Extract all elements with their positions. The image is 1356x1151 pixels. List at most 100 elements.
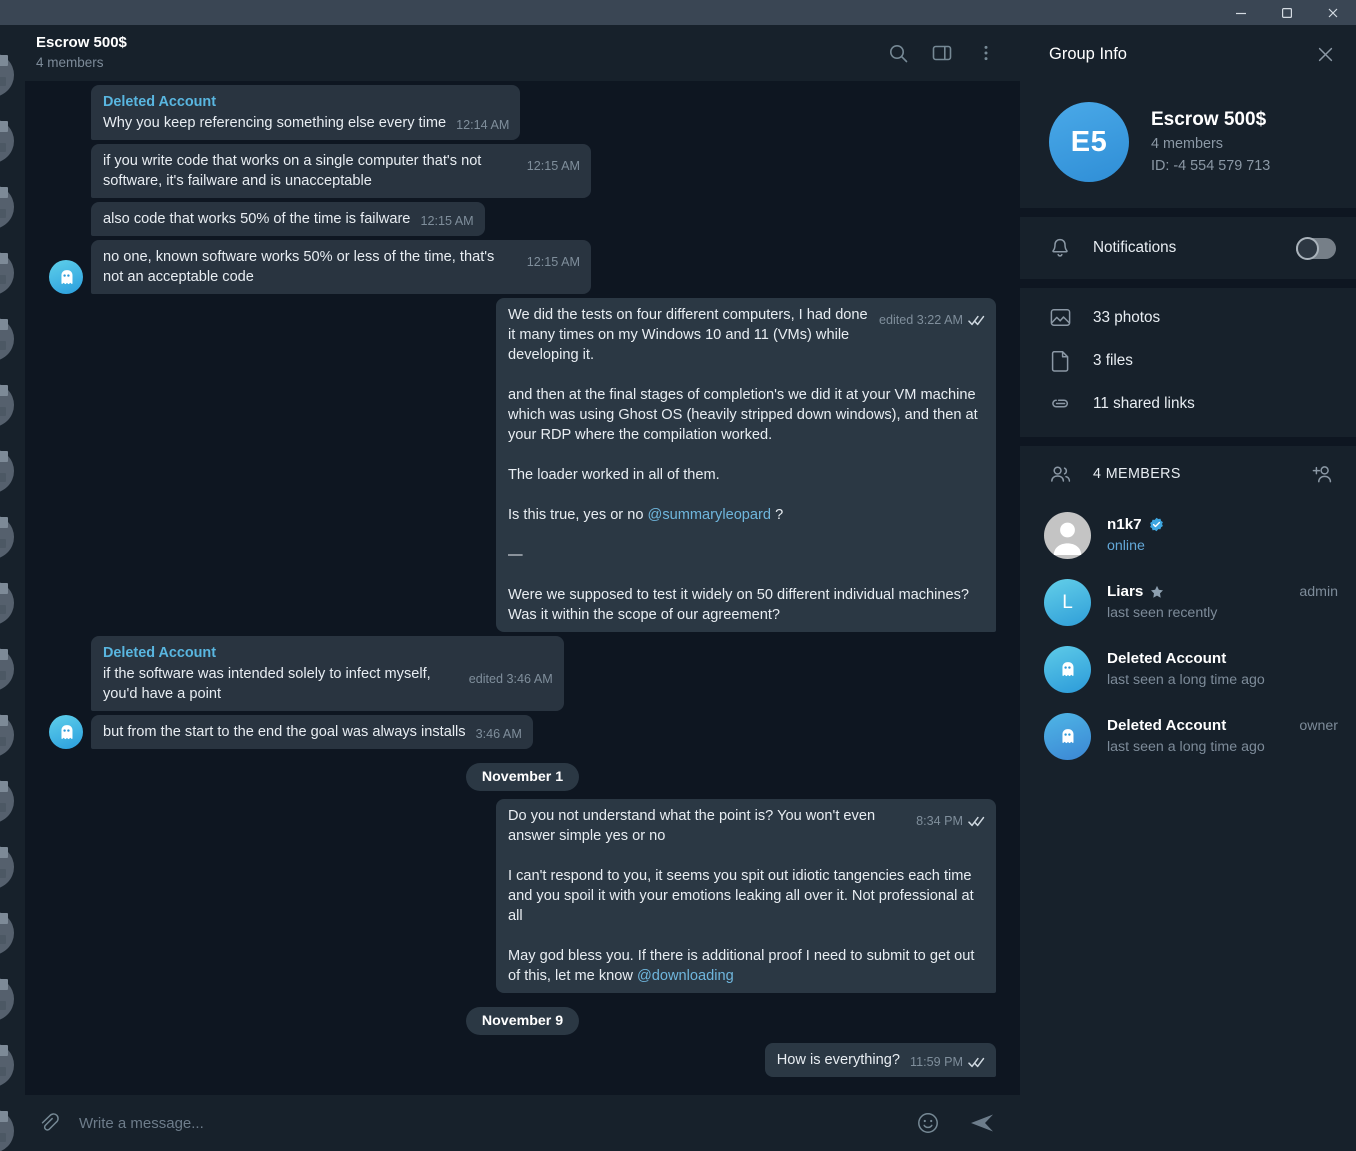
- composer-actions: [904, 1099, 1006, 1147]
- notifications-label: Notifications: [1093, 239, 1177, 256]
- chat-preview-fragment: [0, 1001, 6, 1010]
- chat-list-item[interactable]: [0, 899, 25, 965]
- shared-media-row[interactable]: 33 photos: [1020, 296, 1356, 339]
- ghost-icon[interactable]: [49, 715, 83, 749]
- member-row[interactable]: L Liars admin last seen recently: [1020, 569, 1356, 636]
- mention-link[interactable]: @summaryleopard: [648, 507, 772, 523]
- add-member-icon[interactable]: [1306, 458, 1338, 490]
- chat-list-item[interactable]: [0, 767, 25, 833]
- chat-preview-fragment: [0, 275, 6, 284]
- group-profile: E5 Escrow 500$ 4 members ID: -4 554 579 …: [1020, 84, 1356, 208]
- chat-list-item[interactable]: [0, 833, 25, 899]
- group-id[interactable]: ID: -4 554 579 713: [1151, 155, 1270, 177]
- emoji-icon[interactable]: [904, 1099, 952, 1147]
- star-icon: [1150, 585, 1164, 599]
- chat-title: Escrow 500$: [36, 34, 127, 51]
- member-name: n1k7: [1107, 516, 1142, 533]
- notifications-row[interactable]: Notifications: [1020, 217, 1356, 279]
- member-row[interactable]: Deleted Account owner last seen a long tim…: [1020, 703, 1356, 770]
- chat-name-fragment: [0, 517, 8, 528]
- chat-list-item[interactable]: [0, 965, 25, 1031]
- chat-list-item[interactable]: [0, 569, 25, 635]
- chat-list-item[interactable]: [0, 503, 25, 569]
- message-sender-name[interactable]: Deleted Account: [103, 643, 553, 663]
- chat-list-sidebar[interactable]: [0, 25, 25, 1151]
- message-timestamp: 3:46 AM: [475, 727, 522, 741]
- message-sender-name[interactable]: Deleted Account: [103, 92, 509, 112]
- member-top-line: Deleted Account owner: [1107, 715, 1338, 736]
- message-meta: 12:15 AM: [420, 211, 473, 231]
- chat-list-item[interactable]: [0, 41, 25, 107]
- message-bubble[interactable]: 8:34 PM Do you not understand what the po…: [496, 799, 996, 993]
- chat-list-item[interactable]: [0, 701, 25, 767]
- member-top-line: Deleted Account: [1107, 648, 1338, 669]
- chat-preview-fragment: [0, 407, 6, 416]
- members-count-label: 4 MEMBERS: [1093, 466, 1181, 482]
- search-icon[interactable]: [878, 33, 918, 73]
- message-bubble[interactable]: edited 3:22 AM We did the tests on four d…: [496, 298, 996, 632]
- message-row: 8:34 PM Do you not understand what the po…: [25, 799, 1020, 993]
- member-row[interactable]: n1k7 online: [1020, 502, 1356, 569]
- divider: [1020, 437, 1356, 446]
- message-bubble[interactable]: also code that works 50% of the time is …: [91, 202, 485, 236]
- message-timestamp: 12:15 AM: [420, 214, 474, 228]
- message-list[interactable]: Deleted Account Why you keep referencing …: [25, 81, 1020, 1095]
- message-bubble[interactable]: Deleted Account edited 3:46 AM if the soft…: [91, 636, 564, 711]
- member-avatar: [1044, 713, 1091, 760]
- chat-header: Escrow 500$ 4 members: [25, 25, 1020, 81]
- message-text: if you write code that works on a single…: [103, 153, 486, 189]
- toggle-info-panel-icon[interactable]: [922, 33, 962, 73]
- window-close-button[interactable]: [1310, 0, 1356, 25]
- member-row[interactable]: Deleted Account last seen a long time ago: [1020, 636, 1356, 703]
- close-icon[interactable]: [1304, 34, 1346, 76]
- chat-list-item[interactable]: [0, 239, 25, 305]
- send-icon[interactable]: [958, 1099, 1006, 1147]
- chat-list-item[interactable]: [0, 635, 25, 701]
- member-status: online: [1107, 538, 1145, 554]
- member-info: Deleted Account last seen a long time ago: [1107, 648, 1338, 691]
- message-meta: 12:15 AM: [527, 252, 580, 272]
- chat-list-item[interactable]: [0, 107, 25, 173]
- mention-link[interactable]: @downloading: [637, 968, 734, 984]
- bell-icon: [1049, 237, 1085, 259]
- file-icon: [1049, 349, 1085, 372]
- notifications-toggle[interactable]: [1296, 236, 1336, 260]
- message-row: 12:15 AM if you write code that works on …: [25, 144, 1020, 198]
- message-row: also code that works 50% of the time is …: [25, 202, 1020, 236]
- message-input[interactable]: [73, 1114, 904, 1132]
- chat-header-actions: [878, 33, 1006, 73]
- chat-name-fragment: [0, 847, 8, 858]
- member-role: owner: [1299, 717, 1338, 734]
- window-minimize-button[interactable]: [1218, 0, 1264, 25]
- attach-icon[interactable]: [25, 1099, 73, 1147]
- chat-list-item[interactable]: [0, 1097, 25, 1151]
- message-row: 12:15 AM no one, known software works 50%…: [25, 240, 1020, 294]
- chat-list-item[interactable]: [0, 371, 25, 437]
- chat-list-item[interactable]: [0, 305, 25, 371]
- chat-list-item[interactable]: [0, 437, 25, 503]
- message-bubble[interactable]: How is everything? 11:59 PM: [764, 1043, 996, 1077]
- chat-preview-fragment: [0, 341, 6, 350]
- chat-preview-fragment: [0, 1133, 6, 1142]
- message-text: Do you not understand what the point is?…: [508, 808, 975, 984]
- message-bubble[interactable]: but from the start to the end the goal w…: [91, 715, 533, 749]
- window-maximize-button[interactable]: [1264, 0, 1310, 25]
- chat-list-item[interactable]: [0, 173, 25, 239]
- shared-media-row[interactable]: 3 files: [1020, 339, 1356, 382]
- chat-name-fragment: [0, 385, 8, 396]
- verified-icon: [1149, 517, 1164, 532]
- message-timestamp: edited 3:22 AM: [878, 313, 963, 327]
- chat-preview-fragment: [0, 209, 6, 218]
- message-bubble[interactable]: Deleted Account Why you keep referencing …: [91, 85, 521, 140]
- member-status: last seen a long time ago: [1107, 672, 1265, 688]
- chat-list-item[interactable]: [0, 1031, 25, 1097]
- photo-icon: [1049, 306, 1085, 329]
- message-timestamp: 12:15 AM: [526, 159, 580, 173]
- chat-header-info[interactable]: Escrow 500$ 4 members: [36, 34, 878, 72]
- member-info: n1k7 online: [1107, 514, 1338, 557]
- more-options-icon[interactable]: [966, 33, 1006, 73]
- message-bubble[interactable]: 12:15 AM no one, known software works 50%…: [91, 240, 591, 294]
- ghost-icon[interactable]: [49, 260, 83, 294]
- shared-media-row[interactable]: 11 shared links: [1020, 382, 1356, 425]
- message-bubble[interactable]: 12:15 AM if you write code that works on …: [91, 144, 591, 198]
